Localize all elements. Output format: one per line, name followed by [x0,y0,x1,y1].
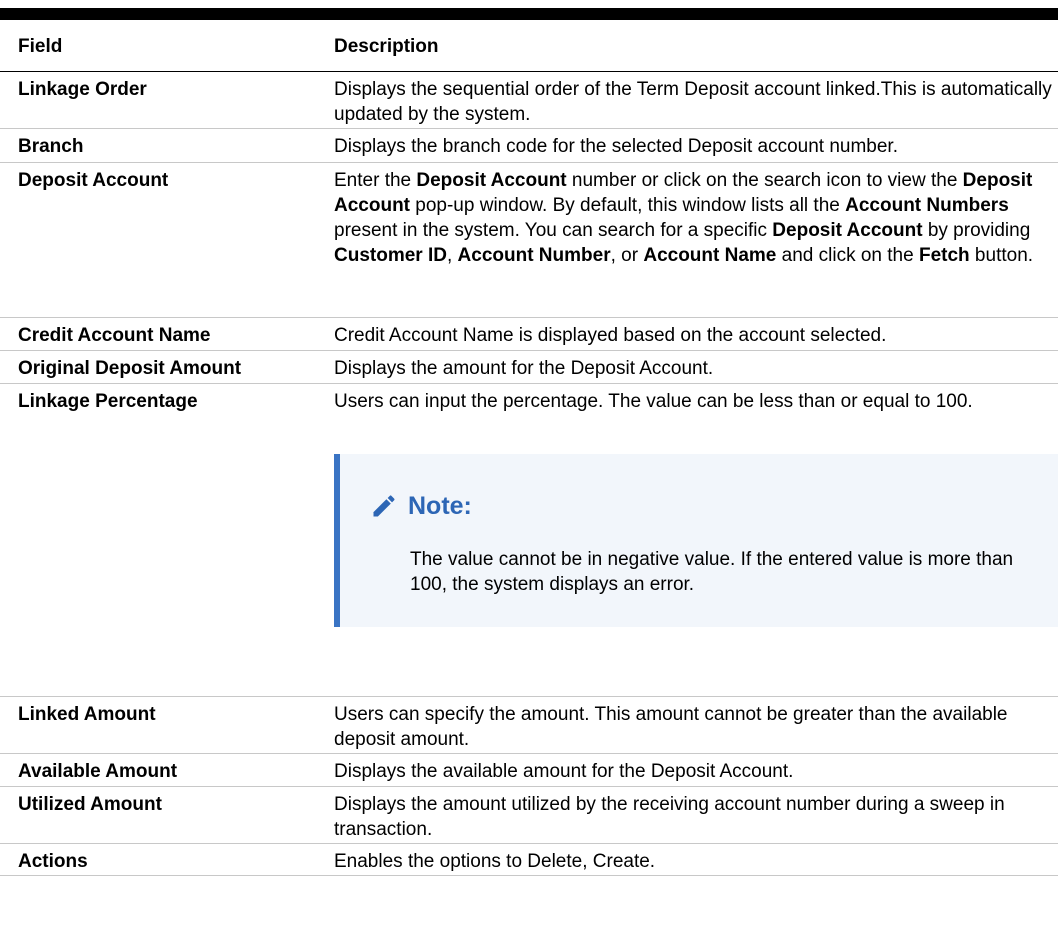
field-description: Users can specify the amount. This amoun… [334,704,1008,750]
table-header-row: Field Description [0,20,1058,72]
desc-part: number or click on the search icon to vi… [566,170,963,191]
document-page: Field Description Linkage Order Displays… [0,0,1058,931]
field-description: Displays the sequential order of the Ter… [334,79,1052,125]
table-row: Branch Displays the branch code for the … [0,129,1058,163]
table-row: Actions Enables the options to Delete, C… [0,844,1058,876]
desc-part-bold: Account Name [643,245,777,266]
field-description: Displays the amount utilized by the rece… [334,794,1005,840]
field-name: Linkage Order [18,79,147,100]
desc-part: pop-up window. By default, this window l… [410,195,846,216]
field-name: Branch [18,136,84,157]
header-description: Description [334,36,439,57]
desc-part: by providing [922,220,1031,241]
field-name: Credit Account Name [18,325,211,346]
desc-part-bold: Fetch [918,245,970,266]
field-description: Displays the branch code for the selecte… [334,136,898,157]
field-name: Deposit Account [18,170,169,191]
field-name: Linked Amount [18,704,156,725]
table-row: Linkage Percentage Users can input the p… [0,384,1058,697]
table-row: Credit Account Name Credit Account Name … [0,318,1058,351]
header-field: Field [18,36,63,57]
top-rule [0,8,1058,20]
desc-part: Enter the [334,170,417,191]
field-name: Original Deposit Amount [18,358,242,379]
table-row: Available Amount Displays the available … [0,754,1058,787]
field-description: Enter the Deposit Account number or clic… [316,163,1058,317]
field-name: Available Amount [18,761,178,782]
note-header: Note: [370,492,472,520]
note-text: The value cannot be in negative value. I… [410,549,1014,595]
field-description: Users can input the percentage. The valu… [334,391,973,412]
field-name: Utilized Amount [18,794,162,815]
desc-part-bold: Account Numbers [845,195,1009,216]
table-row: Linkage Order Displays the sequential or… [0,72,1058,129]
field-name: Linkage Percentage [18,391,198,412]
table-row: Deposit Account Enter the Deposit Accoun… [0,163,1058,318]
field-description: Enables the options to Delete, Create. [334,851,656,872]
note-title: Note: [408,492,472,520]
note-box: Note: The value cannot be in negative va… [334,454,1058,627]
pencil-icon [373,495,395,517]
desc-part-bold: Account Number [457,245,611,266]
field-description-with-note: Users can input the percentage. The valu… [316,384,1058,696]
desc-part: and click on the [776,245,919,266]
desc-part: present in the system. You can search fo… [334,220,773,241]
field-description-table: Field Description Linkage Order Displays… [0,20,1058,876]
table-row: Linked Amount Users can specify the amou… [0,697,1058,754]
table-row: Utilized Amount Displays the amount util… [0,787,1058,844]
field-description: Credit Account Name is displayed based o… [334,325,887,346]
desc-part-bold: Deposit Account [772,220,923,241]
desc-part-bold: Customer ID [334,245,447,266]
field-name: Actions [18,851,88,872]
desc-part: , or [610,245,644,266]
desc-part-bold: Deposit Account [416,170,567,191]
field-description: Displays the amount for the Deposit Acco… [334,358,714,379]
table-row: Original Deposit Amount Displays the amo… [0,351,1058,384]
desc-part: , [446,245,458,266]
desc-part: button. [969,245,1034,266]
field-description: Displays the available amount for the De… [334,761,794,782]
